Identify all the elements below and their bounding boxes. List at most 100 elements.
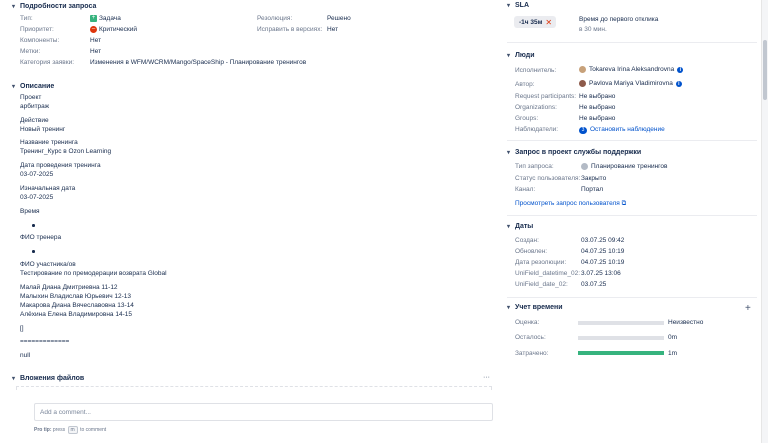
divider [507,215,757,216]
components-label: Компоненты: [20,37,60,44]
desc-line: Тестирование по премодерации возврата Gl… [20,270,167,277]
created-value: 03.07.25 09:42 [581,237,625,244]
sla-sub: в 30 мин. [579,26,607,33]
spent-value: 1m [668,350,678,357]
organizations-label: Organizations: [515,104,557,111]
desc-line: Макарова Диана Вячеславовна 13-14 [20,302,134,309]
remaining-bar [578,336,664,340]
people-section-header[interactable]: ▾ Люди [507,52,535,59]
author-value[interactable]: Pavlova Mariya Vladimirovna i [579,80,682,87]
chevron-down-icon: ▾ [12,376,16,382]
bullet-point [32,250,35,253]
category-label: Категория заявки: [20,59,75,66]
customer-status-label: Статус пользователя: [515,175,581,182]
add-time-button[interactable]: + [745,303,751,314]
external-link-icon: ⧉ [621,200,627,207]
desc-line: Дата проведения тренинга [20,162,101,169]
time-section-header[interactable]: ▾ Учет времени [507,304,563,311]
unifield-date-value: 03.07.25 [581,281,607,288]
chevron-down-icon: ▾ [507,150,511,156]
service-title: Запрос в проект службы поддержки [515,149,642,156]
divider [507,140,757,141]
remaining-label: Осталось: [515,334,546,341]
resolved-label: Дата резолюции: [515,259,567,266]
request-type-label: Тип запроса: [515,163,554,170]
resolution-value: Решено [327,15,351,22]
watchers-label: Наблюдатели: [515,126,559,133]
watchers-value[interactable]: 3 Остановить наблюдение [579,126,665,134]
sla-title: SLA [515,2,529,9]
info-icon[interactable]: i [675,80,682,87]
critical-priority-icon: – [90,26,97,33]
created-label: Создан: [515,237,539,244]
desc-line: Действие [20,117,49,124]
desc-line: [] [20,325,24,332]
updated-label: Обновлен: [515,248,548,255]
type-label: Тип: [20,15,33,22]
divider [507,297,757,298]
scrollbar-thumb[interactable] [763,40,767,100]
stop-watching-link[interactable]: Остановить наблюдение [590,126,665,133]
service-section-header[interactable]: ▾ Запрос в проект службы поддержки [507,149,641,156]
attachments-section-header[interactable]: ▾ Вложения файлов [12,375,84,382]
desc-line: Изначальная дата [20,185,76,192]
unifield-datetime-label: UniField_datetime_02: [515,270,581,277]
desc-line: Малыхин Владислав Юрьевич 12-13 [20,293,132,300]
request-type-icon [581,163,588,170]
chevron-down-icon: ▾ [507,305,511,311]
desc-line: Тренинг_Курс в Ozon Learning [20,148,112,155]
desc-line: ============= [20,338,70,345]
time-title: Учет времени [515,304,563,311]
groups-value: Не выбрано [579,115,616,122]
priority-label: Приоритет: [20,26,54,33]
remaining-value: 0m [668,334,678,341]
desc-line: 03-07-2025 [20,171,54,178]
pro-tip: Pro tip: press m to comment [34,426,107,434]
channel-label: Канал: [515,186,536,193]
priority-value: – Критический [90,26,137,34]
type-value: + Задача [90,15,121,23]
assignee-value[interactable]: Tokareva Irina Aleksandrovna i [579,66,684,73]
keyboard-key: m [67,426,78,434]
desc-line: null [20,352,31,359]
groups-label: Groups: [515,115,539,122]
desc-line: Малай Диана Дмитриевна 11-12 [20,284,118,291]
desc-line: Название тренинга [20,139,78,146]
author-label: Автор: [515,81,535,88]
spent-bar [578,351,664,355]
assignee-label: Исполнитель: [515,67,557,74]
details-title: Подробности запроса [20,3,97,10]
updated-value: 04.07.25 10:19 [581,248,625,255]
bullet-point [32,224,35,227]
unifield-date-label: UniField_date_02: [515,281,568,288]
details-section-header[interactable]: ▾ Подробности запроса [12,3,96,10]
desc-line: ФИО участника/ов [20,261,76,268]
info-icon[interactable]: i [677,66,684,73]
chevron-down-icon: ▾ [12,84,16,90]
channel-value: Портал [581,186,604,193]
desc-line: Время [20,208,40,215]
category-value: Изменения в WFM/WCRM/Mango/SpaceShip - П… [90,59,307,66]
fix-version-label: Исправить в версиях: [257,26,323,33]
labels-label: Метки: [20,48,41,55]
view-customer-request-link[interactable]: Просмотреть запрос пользователя ⧉ [515,200,626,208]
unifield-datetime-value: 3.07.25 13:06 [581,270,621,277]
attachments-title: Вложения файлов [20,375,85,382]
resolved-value: 04.07.25 10:19 [581,259,625,266]
chevron-down-icon: ▾ [12,4,16,10]
attachments-dropzone[interactable] [16,386,492,390]
description-section-header[interactable]: ▾ Описание [12,83,54,90]
watchers-count-badge: 3 [579,127,587,134]
components-value: Нет [90,37,102,44]
resolution-label: Резолюция: [257,15,293,22]
participants-label: Request participants: [515,93,577,100]
people-title: Люди [515,52,535,59]
comment-input[interactable]: Add a comment... [34,403,493,421]
sla-section-header[interactable]: ▾ SLA [507,2,529,9]
page-scrollbar[interactable] [761,0,768,443]
desc-line: ФИО тренера [20,234,62,241]
breached-x-icon: ✕ [545,17,553,27]
labels-value: Нет [90,48,102,55]
dates-section-header[interactable]: ▾ Даты [507,223,533,230]
attachments-more-button[interactable]: ··· [483,374,490,381]
